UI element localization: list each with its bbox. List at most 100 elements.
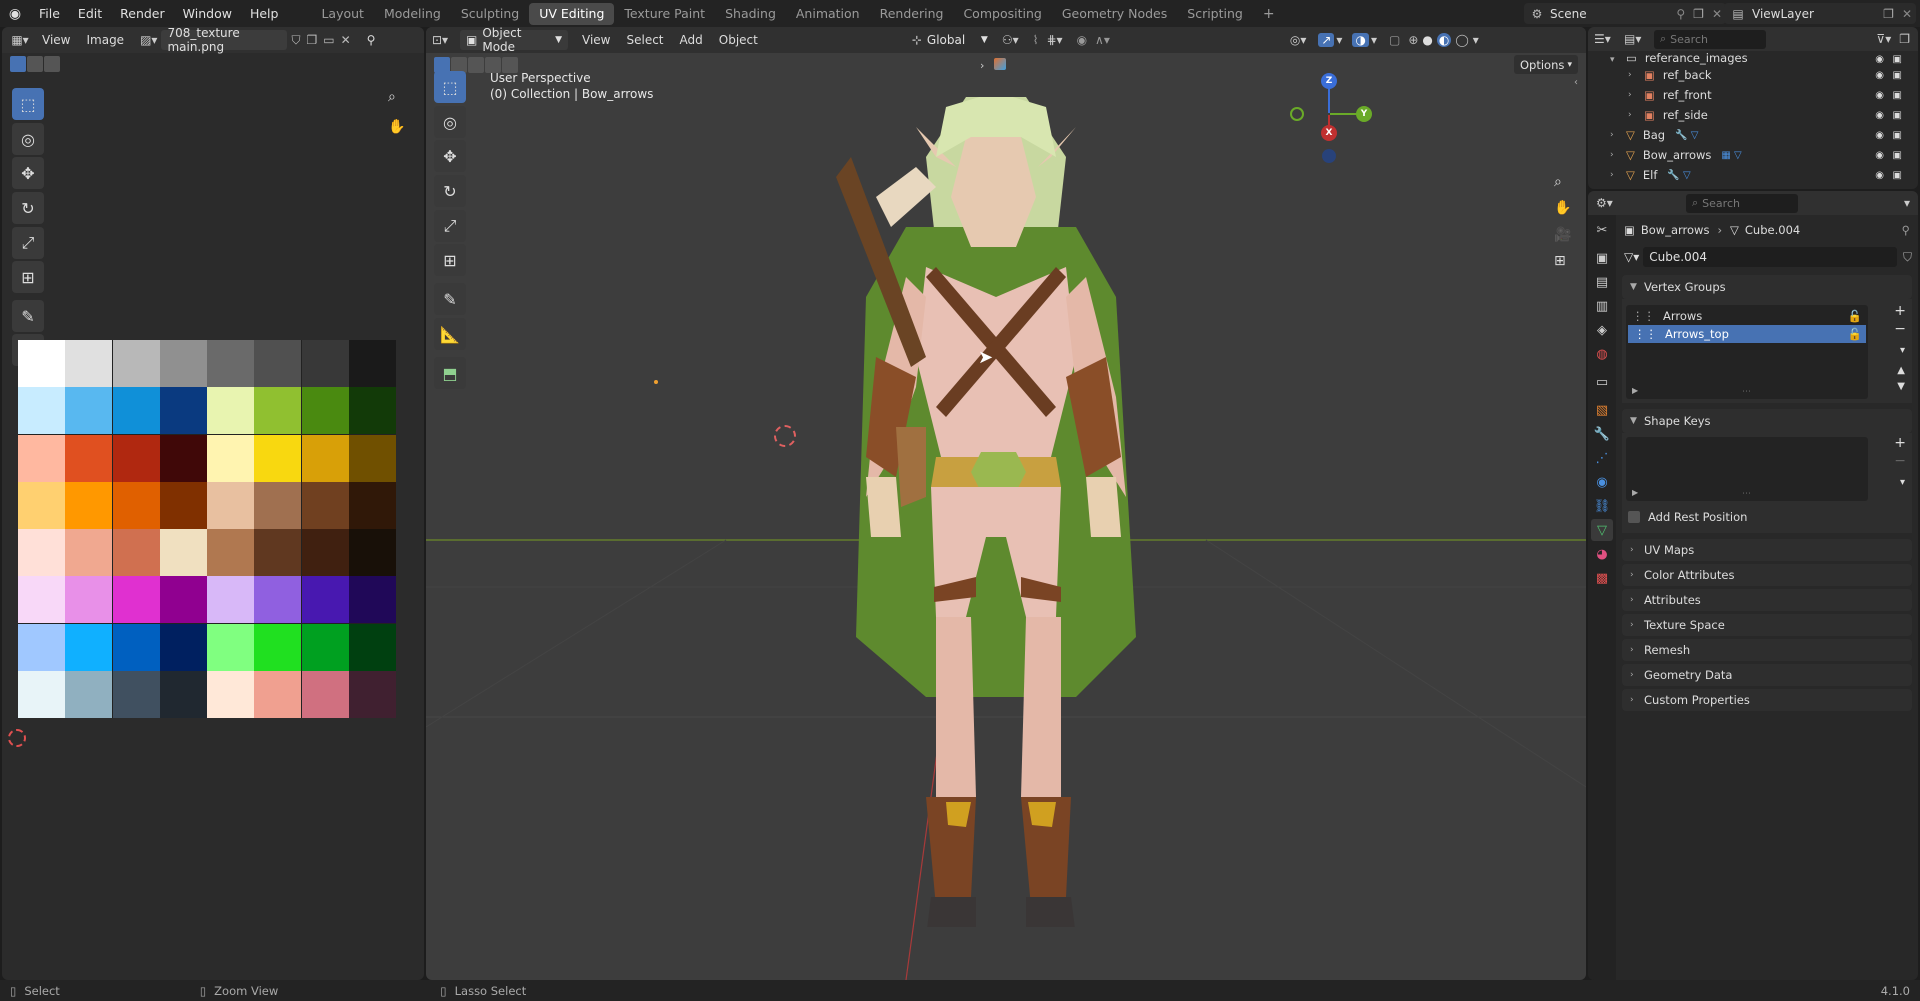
image-browse-icon[interactable]: ▨▾ xyxy=(140,33,157,47)
viewlayer-selector[interactable]: ▤ ViewLayer ❐ ✕ xyxy=(1724,3,1916,24)
list-resize-handle[interactable]: ⋯ xyxy=(1742,489,1751,499)
render-camera-icon[interactable]: ▣ xyxy=(1893,150,1902,161)
render-camera-icon[interactable]: ▣ xyxy=(1893,54,1902,65)
3d-viewport[interactable]: ⊡▾ ▣ Object Mode ▼ View Select Add Object … xyxy=(426,27,1586,980)
chevron-right-icon[interactable]: › xyxy=(1610,170,1624,180)
outliner-item-referance-images[interactable]: ▾ ▭ referance_images ◉ ▣ xyxy=(1588,51,1918,65)
navigation-gizmo[interactable]: Z Y X xyxy=(1284,69,1374,169)
mesh-name-field[interactable]: Cube.004 xyxy=(1643,247,1897,267)
delete-viewlayer-icon[interactable]: ✕ xyxy=(1898,7,1916,21)
2d-cursor-icon[interactable] xyxy=(8,729,26,747)
panel-uv-maps[interactable]: › UV Maps xyxy=(1622,539,1912,561)
cursor-tool[interactable]: ◎ xyxy=(12,123,44,155)
vertex-group-specials-icon[interactable]: ▾ xyxy=(1900,345,1905,356)
lock-icon[interactable]: 🔓 xyxy=(1848,327,1862,341)
chevron-right-icon[interactable]: › xyxy=(1628,90,1642,100)
properties-search[interactable]: ⌕ Search xyxy=(1686,193,1798,213)
object-tab-icon[interactable]: ▧ xyxy=(1591,399,1613,421)
gizmo-neg-y-icon[interactable] xyxy=(1290,107,1304,121)
camera-view-icon[interactable]: 🎥 xyxy=(1554,227,1571,243)
render-tab-icon[interactable]: ▣ xyxy=(1591,247,1613,269)
visibility-eye-icon[interactable]: ◉ xyxy=(1875,150,1884,161)
image-menu-view[interactable]: View xyxy=(34,29,78,51)
new-viewlayer-icon[interactable]: ❐ xyxy=(1879,7,1898,21)
particles-tab-icon[interactable]: ⋰ xyxy=(1591,447,1613,469)
outliner-item-elf[interactable]: › ▽ Elf 🔧 ▽ ◉ ▣ xyxy=(1588,165,1918,185)
pan-view-icon[interactable]: ✋ xyxy=(388,119,405,135)
transform-tool[interactable]: ⊞ xyxy=(12,261,44,293)
panel-texture-space[interactable]: › Texture Space xyxy=(1622,614,1912,636)
chevron-down-icon[interactable]: ▾ xyxy=(1610,55,1624,65)
visibility-eye-icon[interactable]: ◉ xyxy=(1875,130,1884,141)
new-scene-icon[interactable]: ❐ xyxy=(1689,7,1708,21)
move-down-icon[interactable]: ▼ xyxy=(1897,381,1905,392)
gizmo-y-icon[interactable]: Y xyxy=(1356,106,1372,122)
vertex-group-item-selected[interactable]: ⋮⋮ Arrows_top 🔓 xyxy=(1628,325,1866,343)
texture-image[interactable] xyxy=(18,340,396,718)
image-name-field[interactable]: 708_texture main.png xyxy=(161,27,288,54)
visibility-eye-icon[interactable]: ◉ xyxy=(1875,170,1884,181)
list-resize-handle[interactable]: ⋯ xyxy=(1742,387,1751,397)
visibility-eye-icon[interactable]: ◉ xyxy=(1875,110,1884,121)
tab-shading[interactable]: Shading xyxy=(715,3,786,25)
remove-shape-key-icon[interactable]: − xyxy=(1894,453,1906,469)
tab-modeling[interactable]: Modeling xyxy=(374,3,451,25)
chevron-right-icon[interactable]: › xyxy=(1628,110,1642,120)
panel-color-attributes[interactable]: › Color Attributes xyxy=(1622,564,1912,586)
world-tab-icon[interactable]: ◍ xyxy=(1591,343,1613,365)
vertex-groups-panel-header[interactable]: ▼ Vertex Groups xyxy=(1622,275,1912,299)
material-tab-icon[interactable]: ◕ xyxy=(1591,543,1613,565)
pin-icon[interactable]: ⚲ xyxy=(1672,7,1689,21)
zoom-viewport-icon[interactable]: ⌕ xyxy=(1554,174,1562,190)
list-expand-icon[interactable]: ▶ xyxy=(1632,488,1638,497)
remove-vertex-group-icon[interactable]: − xyxy=(1894,321,1906,337)
tab-texture-paint[interactable]: Texture Paint xyxy=(614,3,715,25)
add-shape-key-icon[interactable]: + xyxy=(1894,435,1906,451)
tab-uv-editing[interactable]: UV Editing xyxy=(529,2,615,25)
render-camera-icon[interactable]: ▣ xyxy=(1893,110,1902,121)
visibility-eye-icon[interactable]: ◉ xyxy=(1875,90,1884,101)
panel-geometry-data[interactable]: › Geometry Data xyxy=(1622,664,1912,686)
add-rest-position-checkbox[interactable] xyxy=(1628,511,1640,523)
display-mode-icon[interactable]: ▤▾ xyxy=(1624,32,1654,46)
image-selection-modes[interactable] xyxy=(10,56,60,72)
chevron-right-icon[interactable]: › xyxy=(1628,70,1642,80)
render-camera-icon[interactable]: ▣ xyxy=(1893,170,1902,181)
pin-properties-icon[interactable]: ⚲ xyxy=(1902,223,1910,237)
tab-sculpting[interactable]: Sculpting xyxy=(451,3,529,25)
pan-viewport-icon[interactable]: ✋ xyxy=(1554,200,1571,216)
select-mode-subtract-icon[interactable] xyxy=(44,56,60,72)
scene-tab-icon[interactable]: ◈ xyxy=(1591,319,1613,341)
render-camera-icon[interactable]: ▣ xyxy=(1893,90,1902,101)
select-box-tool[interactable]: ⬚ xyxy=(12,88,44,120)
new-image-icon[interactable]: ❐ xyxy=(306,33,317,47)
fake-user-icon[interactable]: ⛉ xyxy=(291,33,300,48)
add-rest-position-row[interactable]: Add Rest Position xyxy=(1628,510,1747,524)
outliner-item-bow-arrows[interactable]: › ▽ Bow_arrows ▦ ▽ ◉ ▣ xyxy=(1588,145,1918,165)
scene-selector[interactable]: ⚙ Scene ⚲ ❐ ✕ xyxy=(1524,3,1726,24)
tab-layout[interactable]: Layout xyxy=(311,3,374,25)
render-camera-icon[interactable]: ▣ xyxy=(1893,70,1902,81)
tab-rendering[interactable]: Rendering xyxy=(870,3,954,25)
lock-icon[interactable]: 🔓 xyxy=(1848,309,1862,323)
open-image-icon[interactable]: ▭ xyxy=(323,33,334,47)
pin-image-icon[interactable]: ⚲ xyxy=(367,33,376,47)
outliner-search[interactable]: ⌕ Search xyxy=(1654,29,1766,49)
panel-custom-properties[interactable]: › Custom Properties xyxy=(1622,689,1912,711)
annotate-tool[interactable]: ✎ xyxy=(12,300,44,332)
shape-key-specials-icon[interactable]: ▾ xyxy=(1900,477,1905,488)
modifiers-tab-icon[interactable]: 🔧 xyxy=(1591,423,1613,445)
gizmo-neg-z-icon[interactable] xyxy=(1322,149,1336,163)
tab-geometry-nodes[interactable]: Geometry Nodes xyxy=(1052,3,1177,25)
output-tab-icon[interactable]: ▤ xyxy=(1591,271,1613,293)
tool-tab-icon[interactable]: ✂ xyxy=(1591,219,1613,241)
editor-type-icon[interactable]: ▦▾ xyxy=(6,33,34,47)
outliner-item-ref-side[interactable]: › ▣ ref_side ◉ ▣ xyxy=(1588,105,1918,125)
filter-icon[interactable]: ⊽▾ xyxy=(1876,32,1891,46)
menu-edit[interactable]: Edit xyxy=(69,0,111,27)
outliner-item-ref-back[interactable]: › ▣ ref_back ◉ ▣ xyxy=(1588,65,1918,85)
select-mode-new-icon[interactable] xyxy=(10,56,26,72)
tab-compositing[interactable]: Compositing xyxy=(953,3,1051,25)
vertex-group-item[interactable]: ⋮⋮ Arrows 🔓 xyxy=(1626,307,1868,325)
new-collection-icon[interactable]: ❐ xyxy=(1899,32,1910,46)
